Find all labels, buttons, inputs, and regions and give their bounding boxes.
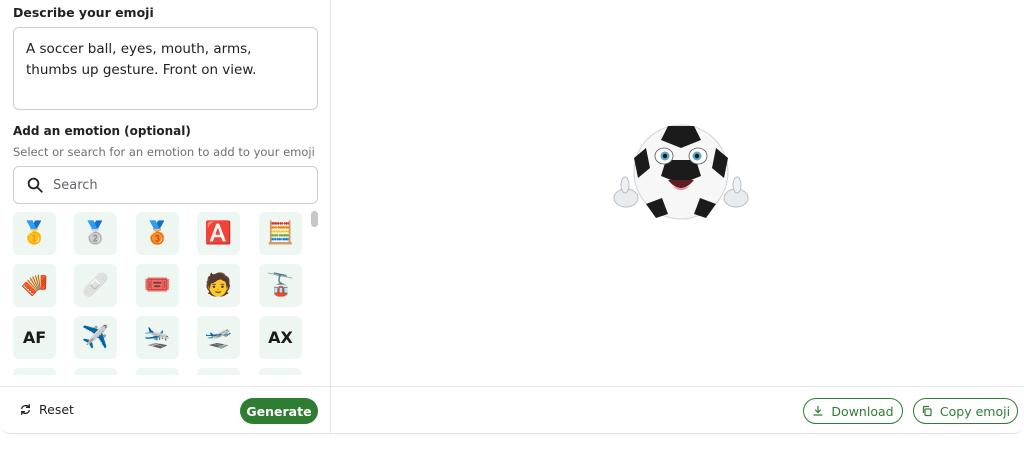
emoji-tile[interactable]: 🛬 — [136, 316, 179, 359]
emoji-tile[interactable]: AF — [13, 316, 56, 359]
emoji-tile[interactable] — [13, 368, 56, 375]
left-panel: Describe your emoji A soccer ball, eyes,… — [0, 0, 331, 434]
adult-face-icon: 🧑 — [204, 272, 233, 298]
airplane-icon: ✈️ — [81, 324, 110, 350]
emoji-tile[interactable]: 🥇 — [13, 212, 56, 255]
describe-label: Describe your emoji — [13, 5, 154, 20]
refresh-icon — [21, 403, 30, 416]
emoji-tile[interactable]: 🧑 — [197, 264, 240, 307]
ax-text-icon: AX — [268, 327, 293, 347]
emoji-grid: 🥇 🥈 🥉 🅰️ 🧮 🪗 🩹 🎟️ 🧑 🚡 AF ✈️ 🛬 🛫 AX — [0, 209, 331, 375]
copy-label: Copy emoji — [939, 403, 1011, 419]
admission-tickets-icon: 🎟️ — [143, 272, 172, 298]
second-place-medal-icon: 🥈 — [81, 220, 110, 246]
emoji-tile[interactable] — [136, 368, 179, 375]
aerial-tramway-icon: 🚡 — [266, 272, 295, 298]
emotion-search-input[interactable]: Search — [13, 166, 318, 204]
emoji-tile[interactable] — [259, 368, 302, 375]
soccer-ball-emoji-preview — [613, 124, 749, 220]
preview-panel: Download Copy emoji — [331, 0, 1024, 434]
abacus-icon: 🧮 — [266, 220, 295, 246]
download-button[interactable]: Download — [803, 398, 903, 424]
emoji-tile[interactable]: 🅰️ — [197, 212, 240, 255]
emoji-tile[interactable]: ✈️ — [74, 316, 117, 359]
download-label: Download — [831, 403, 894, 419]
copy-emoji-button[interactable]: Copy emoji — [913, 398, 1018, 424]
emoji-tile[interactable]: 🧮 — [259, 212, 302, 255]
first-place-medal-icon: 🥇 — [20, 220, 49, 246]
search-placeholder: Search — [53, 177, 98, 193]
search-icon — [27, 177, 43, 193]
emoji-generator-app: Describe your emoji A soccer ball, eyes,… — [0, 0, 1024, 434]
right-footer: Download Copy emoji — [331, 386, 1024, 434]
emoji-tile[interactable]: 🩹 — [74, 264, 117, 307]
emoji-tile[interactable]: AX — [259, 316, 302, 359]
adhesive-bandage-icon: 🩹 — [81, 272, 110, 298]
grid-scrollbar[interactable] — [311, 211, 318, 227]
left-footer: Reset Generate — [0, 386, 331, 434]
emoji-tile[interactable] — [74, 368, 117, 375]
emotion-label: Add an emotion (optional) — [13, 124, 191, 138]
emoji-tile[interactable] — [197, 368, 240, 375]
emotion-hint: Select or search for an emotion to add t… — [13, 145, 315, 159]
emoji-tile[interactable]: 🚡 — [259, 264, 302, 307]
emoji-tile[interactable]: 🛫 — [197, 316, 240, 359]
af-text-icon: AF — [22, 327, 47, 347]
emoji-tile[interactable]: 🥈 — [74, 212, 117, 255]
airplane-departure-icon: 🛫 — [204, 324, 233, 350]
accordion-icon: 🪗 — [20, 272, 49, 298]
reset-button[interactable]: Reset — [19, 402, 74, 417]
third-place-medal-icon: 🥉 — [143, 220, 172, 246]
emoji-tile[interactable]: 🪗 — [13, 264, 56, 307]
download-icon — [813, 405, 824, 416]
generate-button[interactable]: Generate — [240, 398, 318, 424]
a-button-icon: 🅰️ — [204, 220, 233, 246]
emoji-tile[interactable]: 🥉 — [136, 212, 179, 255]
airplane-arrival-icon: 🛬 — [143, 324, 172, 350]
copy-icon — [922, 405, 932, 417]
describe-textarea[interactable]: A soccer ball, eyes, mouth, arms, thumbs… — [13, 27, 318, 110]
reset-label: Reset — [39, 402, 74, 417]
emoji-tile[interactable]: 🎟️ — [136, 264, 179, 307]
